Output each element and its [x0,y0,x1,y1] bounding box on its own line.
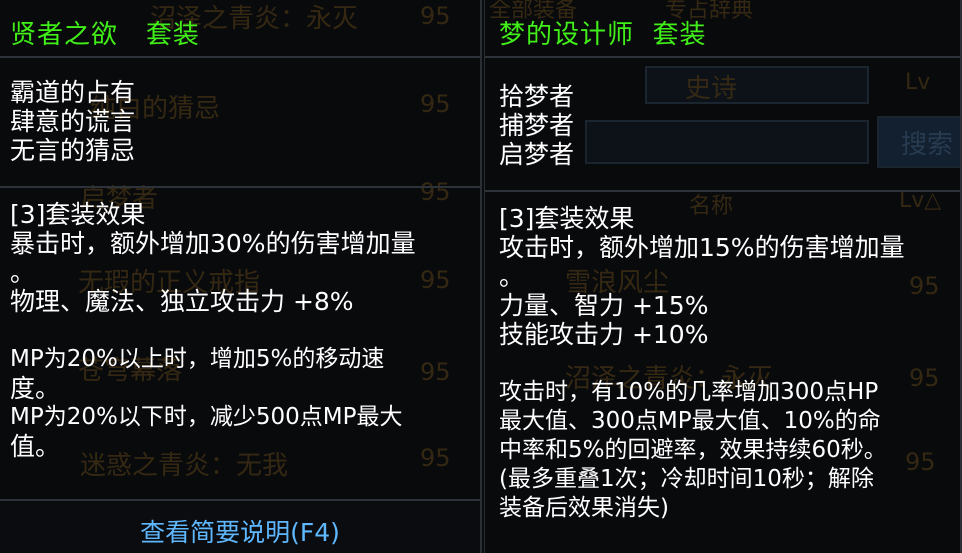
effect-line: 力量、智力 +15% [499,291,709,320]
view-summary-link[interactable]: 查看简要说明(F4) [0,513,480,549]
set-effect: [3]套装效果 暴击时，额外增加30%的伤害增加量 。 物理、魔法、独立攻击力 … [10,200,474,461]
effect-line: 物理、魔法、独立攻击力 +8% [10,287,354,316]
effect-header: [3]套装效果 [10,200,146,229]
rarity-dropdown-bg [645,66,869,104]
effect-line [499,349,954,378]
effect-line: 度。 [10,374,61,403]
effect-header: [3]套装效果 [499,204,635,233]
effect-line: 技能攻击力 +10% [499,320,709,349]
effect-line: 攻击时，额外增加15%的伤害增加量 [499,233,905,262]
effect-line: 。 [499,262,525,291]
set-name: 梦的设计师 套装 [499,20,707,50]
effect-line: 值。 [10,432,61,461]
effect-line [10,316,474,345]
set-effect: [3]套装效果 攻击时，额外增加15%的伤害增加量 。 力量、智力 +15% 技… [499,204,954,523]
set-items-list: 拾梦者 捕梦者 启梦者 [499,82,574,169]
bg-level: 95 [420,90,451,118]
set-item: 无言的猜忌 [10,136,136,165]
effect-line: 暴击时，额外增加30%的伤害增加量 [10,229,416,258]
bg-level-label: Lv [905,70,931,95]
set-item: 拾梦者 [499,82,575,111]
effect-line: 装备后效果消失) [499,495,669,521]
left-set-tooltip: 沼泽之青炎：永灭 95 纯白的猜忌 95 启梦者 95 无瑕的正义戒指 95 苍… [0,0,482,553]
bg-search: 搜索 [901,130,954,160]
set-item: 启梦者 [499,140,575,169]
effect-line: MP为20%以上时，增加5%的移动速 [10,346,385,372]
set-title: 贤者之欲 套装 [0,0,480,58]
set-items-list: 霸道的占有 肆意的谎言 无言的猜忌 [10,78,135,165]
right-set-tooltip: 全部装备 专占辞典 史诗 Lv 搜索 名称 Lv△ 雪浪风尘 95 沼泽之青炎：… [484,0,962,553]
tooltip-footer: 查看简要说明(F4) [0,499,480,553]
effect-line: 。 [10,258,36,287]
bg-rarity: 史诗 [685,74,738,104]
search-input-bg [585,120,869,164]
effect-line: MP为20%以下时，减少500点MP最大 [10,404,403,430]
effect-line: 攻击时，有10%的几率增加300点HP [499,379,879,405]
set-title: 梦的设计师 套装 [485,0,960,58]
set-name: 贤者之欲 套装 [10,20,200,50]
set-item: 捕梦者 [499,111,575,140]
effect-line: 中率和5%的回避率，效果持续60秒。 [499,437,887,463]
effect-line: 最大值、300点MP最大值、10%的命 [499,408,881,434]
set-item: 霸道的占有 [10,78,136,107]
set-item: 肆意的谎言 [10,107,136,136]
effect-line: (最多重叠1次；冷却时间10秒；解除 [499,466,874,492]
